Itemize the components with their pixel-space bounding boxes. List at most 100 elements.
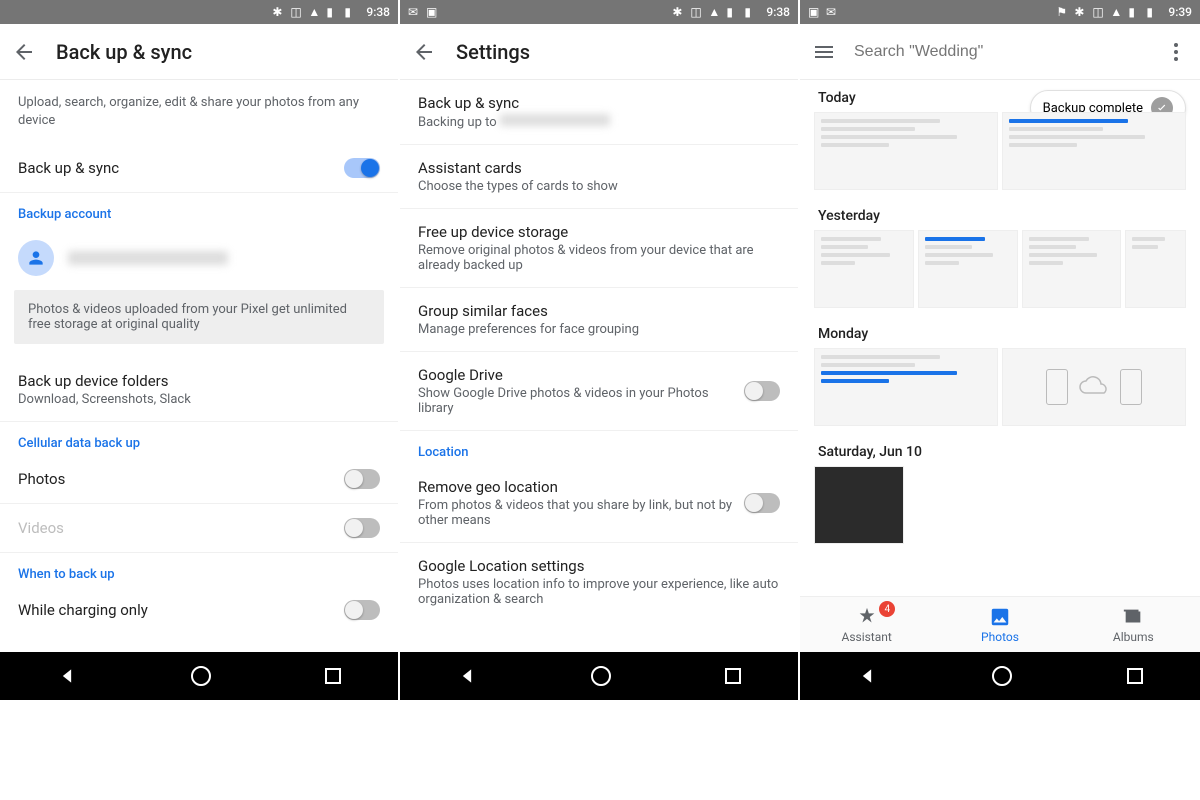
photo-thumb[interactable] — [814, 230, 914, 308]
date-header: Monday — [800, 316, 1200, 348]
account-row[interactable] — [0, 226, 398, 290]
settings-remove-geo[interactable]: Remove geo location From photos & videos … — [400, 464, 798, 543]
item-sub: Photos uses location info to improve you… — [418, 577, 780, 607]
photo-thumb[interactable] — [814, 466, 904, 544]
item-title: Assistant cards — [418, 159, 780, 177]
photo-thumb[interactable] — [1002, 112, 1186, 190]
item-sub: Choose the types of cards to show — [418, 179, 780, 194]
photo-thumb[interactable] — [918, 230, 1018, 308]
tab-albums[interactable]: Albums — [1067, 597, 1200, 652]
image-icon: ▣ — [808, 5, 822, 19]
photo-thumb[interactable] — [1125, 230, 1186, 308]
while-charging-row[interactable]: While charging only — [0, 586, 398, 634]
settings-free-up-storage[interactable]: Free up device storage Remove original ph… — [400, 209, 798, 288]
content: Upload, search, organize, edit & share y… — [0, 80, 398, 652]
settings-assistant-cards[interactable]: Assistant cards Choose the types of cards… — [400, 145, 798, 209]
tab-photos[interactable]: Photos — [933, 597, 1066, 652]
status-bar: ✱ ◫ ▲ ▮ ▮ 9:38 — [0, 0, 398, 24]
wifi-icon: ▲ — [308, 5, 322, 19]
content: Back up & sync Backing up to Assistant c… — [400, 80, 798, 652]
vibrate-icon: ◫ — [1092, 5, 1106, 19]
nav-recents-icon[interactable] — [325, 668, 341, 684]
settings-backup-sync[interactable]: Back up & sync Backing up to — [400, 80, 798, 145]
item-sub: Manage preferences for face grouping — [418, 322, 780, 337]
item-sub: From photos & videos that you share by l… — [418, 498, 744, 528]
cell-photos-toggle[interactable] — [344, 469, 380, 489]
image-icon: ▣ — [426, 5, 440, 19]
section-location: Location — [400, 431, 798, 464]
wifi-icon: ▲ — [708, 5, 722, 19]
remove-geo-toggle[interactable] — [744, 493, 780, 513]
item-sub: Remove original photos & videos from you… — [418, 243, 780, 273]
date-header: Saturday, Jun 10 — [800, 434, 1200, 466]
overflow-icon[interactable] — [1164, 40, 1188, 64]
mail-icon: ✉ — [826, 5, 840, 19]
nav-recents-icon[interactable] — [725, 668, 741, 684]
nav-home-icon[interactable] — [591, 666, 611, 686]
backup-sync-label: Back up & sync — [18, 159, 344, 177]
status-bar: ▣✉ ⚑ ✱ ◫ ▲ ▮ ▮ 9:39 — [800, 0, 1200, 24]
status-bar: ✉▣ ✱ ◫ ▲ ▮ ▮ 9:38 — [400, 0, 798, 24]
hamburger-icon[interactable] — [812, 40, 836, 64]
item-title: Group similar faces — [418, 302, 780, 320]
while-charging-toggle[interactable] — [344, 600, 380, 620]
back-icon[interactable] — [12, 40, 36, 64]
system-nav — [0, 652, 398, 700]
back-icon[interactable] — [412, 40, 436, 64]
phone-settings: ✉▣ ✱ ◫ ▲ ▮ ▮ 9:38 Settings Back up & syn… — [400, 0, 800, 700]
intro-text: Upload, search, organize, edit & share y… — [0, 80, 398, 144]
google-drive-toggle[interactable] — [744, 381, 780, 401]
app-bar: Back up & sync — [0, 24, 398, 80]
settings-google-location[interactable]: Google Location settings Photos uses loca… — [400, 543, 798, 621]
avatar-icon — [18, 240, 54, 276]
section-when: When to back up — [0, 553, 398, 586]
settings-group-faces[interactable]: Group similar faces Manage preferences fo… — [400, 288, 798, 352]
item-title: Remove geo location — [418, 478, 744, 496]
photo-thumb[interactable] — [1022, 230, 1122, 308]
nav-back-icon[interactable] — [857, 666, 877, 686]
item-title: Back up & sync — [418, 94, 780, 112]
battery-icon: ▮ — [1146, 5, 1160, 19]
device-folders-title: Back up device folders — [18, 372, 380, 390]
device-folders-row[interactable]: Back up device folders Download, Screens… — [0, 358, 398, 422]
item-title: Free up device storage — [418, 223, 780, 241]
status-time: 9:38 — [766, 5, 790, 19]
nav-home-icon[interactable] — [992, 666, 1012, 686]
item-sub: Show Google Drive photos & videos in you… — [418, 386, 744, 416]
while-charging-label: While charging only — [18, 601, 344, 619]
page-title: Settings — [456, 40, 530, 64]
signal-icon: ▮ — [326, 5, 340, 19]
nav-back-icon[interactable] — [57, 666, 77, 686]
cell-videos-label: Videos — [18, 519, 344, 537]
cell-videos-toggle[interactable] — [344, 518, 380, 538]
photo-thumb[interactable] — [814, 112, 998, 190]
cell-videos-row[interactable]: Videos — [0, 504, 398, 553]
tab-assistant[interactable]: Assistant 4 — [800, 597, 933, 652]
vibrate-icon: ◫ — [690, 5, 704, 19]
nav-recents-icon[interactable] — [1127, 668, 1143, 684]
system-nav — [800, 652, 1200, 700]
tab-label: Assistant — [841, 630, 891, 644]
nav-back-icon[interactable] — [457, 666, 477, 686]
bluetooth-icon: ✱ — [672, 5, 686, 19]
photos-feed[interactable]: Today Yesterday Monday Sat — [800, 80, 1200, 596]
cell-photos-row[interactable]: Photos — [0, 455, 398, 504]
phone-photos-app: ▣✉ ⚑ ✱ ◫ ▲ ▮ ▮ 9:39 Backup complete Toda… — [800, 0, 1200, 700]
photo-thumb[interactable] — [814, 348, 998, 426]
vibrate-icon: ◫ — [290, 5, 304, 19]
location-icon: ⚑ — [1056, 5, 1070, 19]
search-bar — [800, 24, 1200, 80]
battery-icon: ▮ — [744, 5, 758, 19]
phone-backup-sync: ✱ ◫ ▲ ▮ ▮ 9:38 Back up & sync Upload, se… — [0, 0, 400, 700]
tab-label: Photos — [981, 630, 1019, 644]
photo-thumb[interactable] — [1002, 348, 1186, 426]
backup-sync-toggle-row[interactable]: Back up & sync — [0, 144, 398, 193]
status-time: 9:39 — [1168, 5, 1192, 19]
bluetooth-icon: ✱ — [1074, 5, 1088, 19]
item-title: Google Location settings — [418, 557, 780, 575]
settings-google-drive[interactable]: Google DriveShow Google Drive photos & v… — [400, 352, 798, 431]
search-input[interactable] — [854, 43, 1146, 61]
nav-home-icon[interactable] — [191, 666, 211, 686]
page-title: Back up & sync — [56, 40, 192, 64]
backup-sync-toggle[interactable] — [344, 158, 380, 178]
